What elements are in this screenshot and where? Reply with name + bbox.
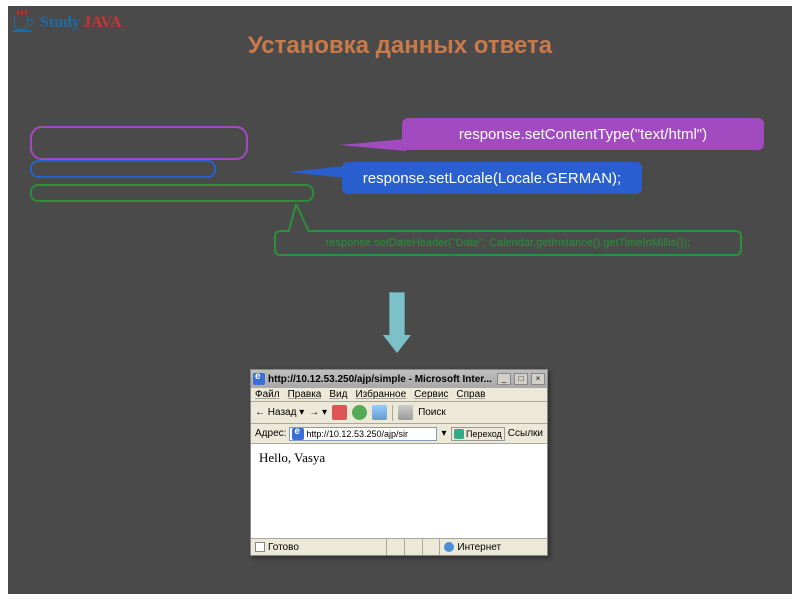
arrow-down-icon <box>383 292 411 353</box>
internet-zone-icon <box>444 542 454 552</box>
browser-menubar: Файл Правка Вид Избранное Сервис Справ <box>251 388 547 402</box>
go-button[interactable]: Переход <box>451 427 505 441</box>
go-icon <box>454 429 464 439</box>
callout-locale-label: response.setLocale(Locale.GERMAN); <box>363 170 621 187</box>
address-label: Адрес: <box>255 428 286 439</box>
toolbar-separator <box>392 405 393 421</box>
forward-button[interactable]: → ▾ <box>309 407 327 418</box>
menu-edit[interactable]: Правка <box>288 389 322 400</box>
ie-icon <box>253 373 265 385</box>
ie-page-icon <box>292 428 304 440</box>
browser-window: http://10.12.53.250/ajp/simple - Microso… <box>250 369 548 556</box>
address-input[interactable]: http://10.12.53.250/ajp/sir <box>289 427 437 441</box>
back-button[interactable]: ← Назад ▾ <box>255 407 304 418</box>
menu-tools[interactable]: Сервис <box>414 389 448 400</box>
callout-date-header: response.setDateHeader("Date", Calendar.… <box>274 230 742 256</box>
browser-addressbar: Адрес: http://10.12.53.250/ajp/sir ▾ Пер… <box>251 424 547 444</box>
menu-help[interactable]: Справ <box>456 389 485 400</box>
home-icon[interactable] <box>372 405 387 420</box>
slide-canvas: Study JAVA Установка данных ответа respo… <box>8 6 792 594</box>
placeholder-box-green <box>30 184 314 202</box>
done-icon <box>255 542 265 552</box>
status-text: Готово <box>268 542 299 553</box>
minimize-button[interactable]: _ <box>497 373 511 385</box>
links-toolbar[interactable]: Ссылки <box>508 428 543 439</box>
placeholder-box-blue <box>30 160 216 178</box>
browser-titlebar: http://10.12.53.250/ajp/simple - Microso… <box>251 370 547 388</box>
address-value: http://10.12.53.250/ajp/sir <box>306 429 408 439</box>
callout-content-type-label: response.setContentType("text/html") <box>459 126 707 143</box>
callout-locale: response.setLocale(Locale.GERMAN); <box>342 162 642 194</box>
slide-title: Установка данных ответа <box>8 32 792 60</box>
browser-title: http://10.12.53.250/ajp/simple - Microso… <box>268 374 494 385</box>
callout-tail-icon <box>288 204 310 234</box>
status-zone: Интернет <box>457 542 501 553</box>
maximize-button[interactable]: □ <box>514 373 528 385</box>
close-button[interactable]: × <box>531 373 545 385</box>
browser-statusbar: Готово Интернет <box>251 538 547 555</box>
callout-content-type: response.setContentType("text/html") <box>402 118 764 150</box>
menu-view[interactable]: Вид <box>329 389 347 400</box>
stop-icon[interactable] <box>332 405 347 420</box>
browser-toolbar: ← Назад ▾ → ▾ Поиск <box>251 402 547 424</box>
callout-date-header-label: response.setDateHeader("Date", Calendar.… <box>326 237 690 249</box>
logo-study-text: Study <box>40 14 80 32</box>
address-dropdown-icon[interactable]: ▾ <box>440 428 448 439</box>
menu-favorites[interactable]: Избранное <box>355 389 406 400</box>
placeholder-box-purple <box>30 126 248 160</box>
menu-file[interactable]: Файл <box>255 389 280 400</box>
search-button[interactable]: Поиск <box>418 407 446 418</box>
page-body-text: Hello, Vasya <box>259 450 325 465</box>
browser-content: Hello, Vasya <box>251 444 547 538</box>
logo-java-text: JAVA <box>83 14 122 32</box>
search-icon[interactable] <box>398 405 413 420</box>
refresh-icon[interactable] <box>352 405 367 420</box>
